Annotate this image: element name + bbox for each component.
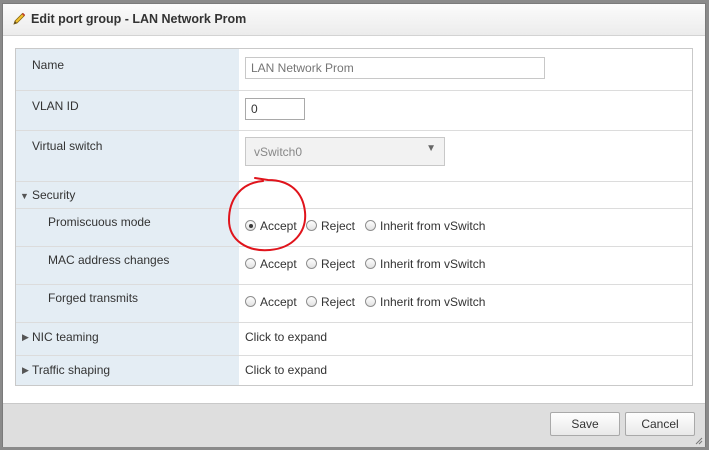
nic-teaming-label: NIC teaming xyxy=(32,330,99,344)
nic-teaming-expand-link[interactable]: Click to expand xyxy=(245,330,327,344)
vlan-id-label: VLAN ID xyxy=(32,99,79,113)
security-row-label: Forged transmits xyxy=(48,291,139,305)
cancel-button[interactable]: Cancel xyxy=(625,412,695,436)
pencil-icon xyxy=(13,12,26,25)
security-row-label: Promiscuous mode xyxy=(48,215,151,229)
nic-teaming-row[interactable]: ▶ NIC teaming Click to expand xyxy=(16,323,692,356)
expand-right-icon[interactable]: ▶ xyxy=(22,332,29,343)
radio-accept-label: Accept xyxy=(260,295,297,309)
security-section-row[interactable]: ▼ Security xyxy=(16,182,692,209)
forged-transmits-row: Forged transmits Accept Reject Inherit f… xyxy=(16,285,692,323)
security-row-label: MAC address changes xyxy=(48,253,170,267)
radio-circle-icon xyxy=(245,258,256,269)
expand-down-icon[interactable]: ▼ xyxy=(20,191,29,201)
port-group-form: Name VLAN ID Virtual switch vSwitch0 ▼ xyxy=(15,48,693,386)
radio-circle-icon xyxy=(245,220,256,231)
radio-circle-icon xyxy=(306,296,317,307)
radio-reject-label: Reject xyxy=(321,295,356,309)
expand-right-icon[interactable]: ▶ xyxy=(22,365,29,376)
radio-accept-label: Accept xyxy=(260,257,297,271)
traffic-shaping-expand-link[interactable]: Click to expand xyxy=(245,363,327,377)
resize-grip-icon[interactable] xyxy=(695,437,703,445)
name-field[interactable] xyxy=(245,57,545,79)
dialog-titlebar: Edit port group - LAN Network Prom xyxy=(3,4,705,36)
radio-circle-icon xyxy=(365,258,376,269)
dialog-title: Edit port group - LAN Network Prom xyxy=(31,12,247,26)
vlan-id-field[interactable] xyxy=(245,98,305,120)
promiscuous-mode-row: Promiscuous mode Accept Reject Inherit f… xyxy=(16,209,692,247)
radio-inherit-label: Inherit from vSwitch xyxy=(380,219,486,233)
traffic-shaping-row[interactable]: ▶ Traffic shaping Click to expand xyxy=(16,356,692,385)
virtual-switch-label: Virtual switch xyxy=(32,139,103,153)
vlan-row: VLAN ID xyxy=(16,91,692,131)
traffic-shaping-label: Traffic shaping xyxy=(32,363,111,377)
dialog-footer: Save Cancel xyxy=(3,403,705,447)
edit-port-group-dialog: Edit port group - LAN Network Prom Name … xyxy=(2,3,706,447)
radio-circle-icon xyxy=(365,220,376,231)
radio-circle-icon xyxy=(245,296,256,307)
chevron-down-icon: ▼ xyxy=(426,143,436,154)
vswitch-row: Virtual switch vSwitch0 ▼ xyxy=(16,131,692,182)
name-row: Name xyxy=(16,49,692,91)
virtual-switch-select[interactable]: vSwitch0 ▼ xyxy=(245,137,445,166)
security-section-label: Security xyxy=(32,188,76,202)
radio-circle-icon xyxy=(306,220,317,231)
radio-accept-label: Accept xyxy=(260,219,297,233)
radio-inherit-label: Inherit from vSwitch xyxy=(380,295,486,309)
save-button[interactable]: Save xyxy=(550,412,620,436)
radio-circle-icon xyxy=(306,258,317,269)
mac-address-changes-row: MAC address changes Accept Reject Inheri… xyxy=(16,247,692,285)
name-label: Name xyxy=(32,58,65,72)
radio-reject-label: Reject xyxy=(321,257,356,271)
radio-inherit-label: Inherit from vSwitch xyxy=(380,257,486,271)
radio-circle-icon xyxy=(365,296,376,307)
virtual-switch-value: vSwitch0 xyxy=(254,145,303,159)
radio-reject-label: Reject xyxy=(321,219,356,233)
